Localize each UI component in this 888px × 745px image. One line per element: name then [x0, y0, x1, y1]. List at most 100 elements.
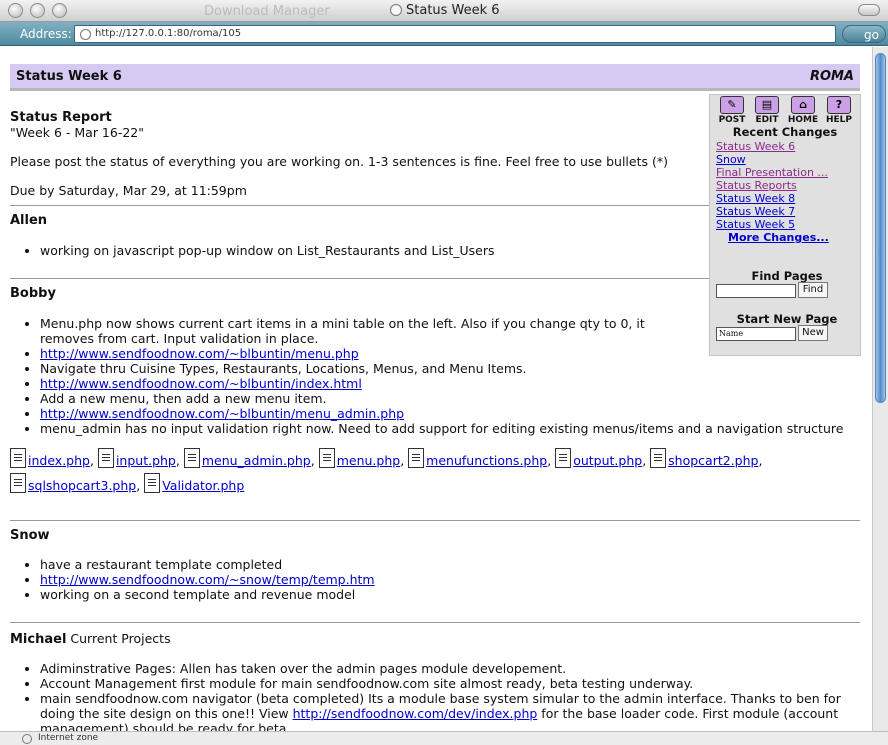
new-button[interactable]: New: [798, 325, 828, 341]
recent-link-snow[interactable]: Snow: [716, 153, 746, 166]
file-icon: [555, 448, 572, 468]
divider: [10, 278, 710, 279]
file-icon: [97, 448, 114, 468]
menu-admin-link[interactable]: http://www.sendfoodnow.com/~blbuntin/men…: [40, 406, 404, 421]
scroll-thumb[interactable]: [875, 53, 886, 403]
recent-link-status-week-6[interactable]: Status Week 6: [716, 140, 795, 153]
file-attachment[interactable]: index.php,: [10, 448, 94, 473]
list-item: main sendfoodnow.com navigator (beta com…: [40, 691, 854, 731]
new-page-title: Start New Page: [736, 312, 838, 326]
file-link[interactable]: sqlshopcart3.php: [28, 478, 136, 493]
file-icon: [408, 448, 425, 468]
new-page-input[interactable]: Name: [716, 327, 796, 341]
list-item: Account Management first module for main…: [40, 676, 854, 691]
address-input[interactable]: http://127.0.0.1:80/roma/105: [74, 25, 836, 43]
globe-icon: [80, 29, 91, 40]
section-heading-snow: Snow: [10, 528, 50, 543]
address-label: Address:: [20, 27, 72, 41]
recent-changes-title: Recent Changes: [732, 125, 838, 139]
status-bar: Internet zone: [0, 731, 888, 745]
file-attachment[interactable]: output.php,: [555, 448, 646, 473]
file-link[interactable]: menu_admin.php: [202, 453, 311, 468]
help-label: HELP: [825, 115, 852, 125]
dev-index-link[interactable]: http://sendfoodnow.com/dev/index.php: [293, 706, 538, 721]
zoom-window-button[interactable]: [52, 3, 67, 18]
site-name: ROMA: [809, 69, 854, 84]
file-attachment[interactable]: shopcart2.php,: [650, 448, 762, 473]
page-icon: [390, 4, 402, 16]
page-title: Status Week 6: [16, 69, 122, 84]
report-instructions: Please post the status of everything you…: [10, 154, 668, 169]
address-bar: Address: http://127.0.0.1:80/roma/105 go: [0, 22, 888, 46]
go-button[interactable]: go: [842, 25, 886, 43]
michael-heading-suffix: Current Projects: [70, 631, 171, 646]
file-link[interactable]: shopcart2.php: [668, 453, 758, 468]
file-icon: [183, 448, 200, 468]
menu-php-link[interactable]: http://www.sendfoodnow.com/~blbuntin/men…: [40, 346, 359, 361]
section-heading-bobby: Bobby: [10, 286, 56, 301]
snow-template-link[interactable]: http://www.sendfoodnow.com/~snow/temp/te…: [40, 572, 375, 587]
allen-list: working on javascript pop-up window on L…: [24, 243, 824, 258]
close-window-button[interactable]: [8, 3, 23, 18]
minimize-window-button[interactable]: [30, 3, 45, 18]
find-button[interactable]: Find: [798, 282, 828, 298]
file-link[interactable]: menu.php: [337, 453, 400, 468]
file-attachment[interactable]: menu.php,: [318, 448, 404, 473]
toolbar-toggle-button[interactable]: [858, 4, 880, 16]
list-item: http://www.sendfoodnow.com/~blbuntin/men…: [40, 406, 684, 421]
find-pages-input[interactable]: [716, 284, 796, 298]
list-item: http://www.sendfoodnow.com/~snow/temp/te…: [40, 572, 824, 587]
window-title-text: Status Week 6: [406, 3, 500, 18]
title-bar: Download Manager Status Week 6: [0, 0, 888, 22]
list-item: working on javascript pop-up window on L…: [40, 243, 824, 258]
attached-files: index.php, input.php, menu_admin.php, me…: [10, 448, 780, 498]
file-attachment[interactable]: menufunctions.php,: [408, 448, 551, 473]
recent-link-status-week-8[interactable]: Status Week 8: [716, 192, 795, 205]
file-icon: [318, 448, 335, 468]
recent-link-status-reports[interactable]: Status Reports: [716, 179, 797, 192]
section-heading-michael: Michael Current Projects: [10, 631, 171, 647]
file-icon: [10, 473, 26, 493]
file-attachment[interactable]: input.php,: [97, 448, 180, 473]
michael-list: Adiminstrative Pages: Allen has taken ov…: [24, 661, 854, 731]
section-heading-allen: Allen: [10, 213, 48, 228]
more-changes-link[interactable]: More Changes...: [728, 231, 829, 244]
file-icon: [10, 448, 26, 468]
snow-list: have a restaurant template completed htt…: [24, 557, 824, 602]
edit-label: EDIT: [755, 115, 779, 125]
file-link[interactable]: input.php: [116, 453, 176, 468]
index-html-link[interactable]: http://www.sendfoodnow.com/~blbuntin/ind…: [40, 376, 362, 391]
list-item: Navigate thru Cuisine Types, Restaurants…: [40, 361, 684, 376]
find-pages-title: Find Pages: [751, 269, 823, 283]
divider: [10, 205, 710, 206]
status-text: Internet zone: [38, 733, 99, 743]
list-item: Menu.php now shows current cart items in…: [40, 316, 684, 346]
list-item: working on a second template and revenue…: [40, 587, 824, 602]
file-link[interactable]: output.php: [573, 453, 642, 468]
file-attachment[interactable]: Validator.php: [144, 473, 244, 498]
page-content: Status Week 6 ROMA Status Report "Week 6…: [0, 47, 872, 731]
edit-button[interactable]: ▤ EDIT: [751, 96, 783, 125]
divider: [10, 520, 860, 521]
file-link[interactable]: index.php: [28, 453, 90, 468]
home-button[interactable]: ⌂ HOME: [787, 96, 819, 125]
home-label: HOME: [787, 115, 819, 125]
file-link[interactable]: menufunctions.php: [426, 453, 547, 468]
background-window-title: Download Manager: [204, 4, 330, 19]
report-due-date: Due by Saturday, Mar 29, at 11:59pm: [10, 183, 247, 198]
recent-link-status-week-5[interactable]: Status Week 5: [716, 218, 795, 231]
help-icon: ?: [827, 96, 851, 114]
help-button[interactable]: ? HELP: [823, 96, 855, 125]
file-attachment[interactable]: sqlshopcart3.php,: [10, 473, 140, 498]
file-link[interactable]: Validator.php: [162, 478, 244, 493]
bobby-list: Menu.php now shows current cart items in…: [24, 316, 843, 436]
recent-link-status-week-7[interactable]: Status Week 7: [716, 205, 795, 218]
globe-icon: [22, 734, 32, 744]
file-attachment[interactable]: menu_admin.php,: [183, 448, 315, 473]
page-header: Status Week 6 ROMA: [10, 64, 860, 91]
recent-link-final-presentation[interactable]: Final Presentation ...: [716, 166, 828, 179]
list-item: Adiminstrative Pages: Allen has taken ov…: [40, 661, 854, 676]
report-subtitle: "Week 6 - Mar 16-22": [10, 125, 145, 140]
vertical-scrollbar[interactable]: [872, 47, 888, 731]
post-button[interactable]: ✎ POST: [716, 96, 748, 125]
